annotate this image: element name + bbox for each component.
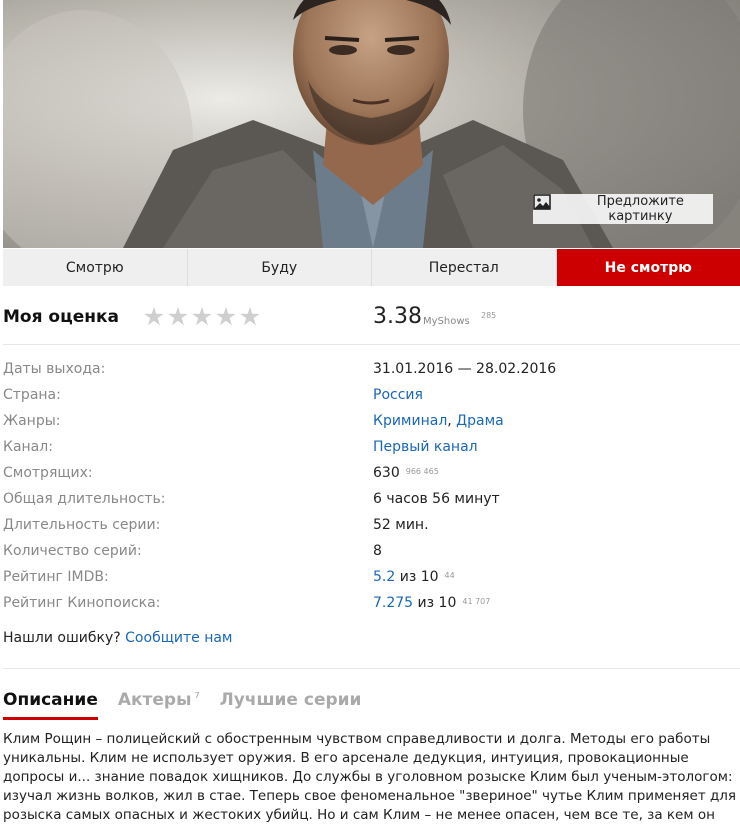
suggest-image-label: Предложите картинку bbox=[596, 194, 684, 224]
score-source: MyShows bbox=[423, 316, 470, 327]
imdb-scale: из 10 bbox=[395, 569, 439, 585]
suggest-image-button[interactable]: Предложите картинку bbox=[533, 194, 713, 224]
score-votes: 285 bbox=[481, 311, 497, 320]
star-icon[interactable]: ★ bbox=[238, 302, 262, 332]
rating-row: Моя оценка ★ ★ ★ ★ ★ 3.38 MyShows 285 bbox=[3, 296, 740, 342]
tab-best-episodes[interactable]: Лучшие серии bbox=[220, 690, 362, 720]
info-row-genres: Жанры: Криминал, Драма bbox=[3, 409, 740, 435]
watchers-label: Смотрящих: bbox=[3, 465, 93, 481]
country-link[interactable]: Россия bbox=[373, 387, 423, 403]
watchers-extra: 966 465 bbox=[405, 467, 439, 476]
star-icon[interactable]: ★ bbox=[190, 302, 214, 332]
report-error-text: Нашли ошибку? bbox=[3, 630, 126, 646]
info-row-channel: Канал: Первый канал bbox=[3, 435, 740, 461]
show-info-table: Даты выхода: 31.01.2016 — 28.02.2016 Стр… bbox=[3, 357, 740, 617]
watchers-count: 630 bbox=[373, 465, 400, 481]
kinopoisk-scale: из 10 bbox=[413, 595, 457, 611]
status-watching-button[interactable]: Смотрю bbox=[3, 249, 188, 286]
average-score: 3.38 bbox=[373, 304, 422, 329]
actors-count-badge: 7 bbox=[194, 691, 200, 701]
star-icon[interactable]: ★ bbox=[214, 302, 238, 332]
imdb-label: Рейтинг IMDB: bbox=[3, 569, 109, 585]
info-row-total-duration: Общая длительность: 6 часов 56 минут bbox=[3, 487, 740, 513]
info-row-watchers: Смотрящих: 630 966 465 bbox=[3, 461, 740, 487]
channel-link[interactable]: Первый канал bbox=[373, 439, 478, 455]
dates-label: Даты выхода: bbox=[3, 361, 106, 377]
info-row-country: Страна: Россия bbox=[3, 383, 740, 409]
watch-status-bar: Смотрю Буду Перестал Не смотрю bbox=[3, 249, 740, 286]
genre-link-drama[interactable]: Драма bbox=[456, 413, 504, 429]
watchers-value: 630 966 465 bbox=[373, 465, 439, 481]
imdb-value: 5.2 из 10 44 bbox=[373, 569, 455, 585]
divider bbox=[3, 668, 740, 669]
total-duration-label: Общая длительность: bbox=[3, 491, 166, 507]
my-rating-label: Моя оценка bbox=[3, 307, 119, 327]
genres-label: Жанры: bbox=[3, 413, 61, 429]
episode-count-value: 8 bbox=[373, 543, 382, 559]
dates-value: 31.01.2016 — 28.02.2016 bbox=[373, 361, 557, 377]
image-icon bbox=[533, 194, 560, 217]
total-duration-value: 6 часов 56 минут bbox=[373, 491, 500, 507]
tab-best-episodes-label: Лучшие серии bbox=[219, 690, 362, 710]
genre-separator: , bbox=[447, 413, 457, 429]
status-will-watch-button[interactable]: Буду bbox=[187, 249, 372, 286]
kinopoisk-label: Рейтинг Кинопоиска: bbox=[3, 595, 161, 611]
episode-duration-label: Длительность серии: bbox=[3, 517, 161, 533]
tab-actors[interactable]: Актеры 7 bbox=[118, 690, 200, 720]
tab-actors-label: Актеры bbox=[117, 690, 192, 710]
rating-stars: ★ ★ ★ ★ ★ bbox=[142, 302, 262, 332]
info-row-episode-duration: Длительность серии: 52 мин. bbox=[3, 513, 740, 539]
content-tabs: Описание Актеры 7 Лучшие серии bbox=[3, 690, 381, 720]
channel-label: Канал: bbox=[3, 439, 53, 455]
imdb-votes: 44 bbox=[444, 571, 455, 580]
status-stopped-button[interactable]: Перестал bbox=[372, 249, 557, 286]
star-icon[interactable]: ★ bbox=[166, 302, 190, 332]
info-row-episode-count: Количество серий: 8 bbox=[3, 539, 740, 565]
episode-count-label: Количество серий: bbox=[3, 543, 142, 559]
show-description: Клим Рощин – полицейский с обостренным ч… bbox=[3, 731, 737, 827]
kinopoisk-rating-link[interactable]: 7.275 bbox=[373, 595, 413, 611]
tab-description-label: Описание bbox=[3, 690, 98, 710]
divider bbox=[3, 344, 740, 345]
status-not-watching-button[interactable]: Не смотрю bbox=[556, 249, 740, 286]
report-error-link[interactable]: Сообщите нам bbox=[125, 630, 232, 646]
kinopoisk-votes: 41 707 bbox=[462, 597, 491, 606]
imdb-rating-link[interactable]: 5.2 bbox=[373, 569, 395, 585]
kinopoisk-value: 7.275 из 10 41 707 bbox=[373, 595, 490, 611]
tab-description[interactable]: Описание bbox=[3, 690, 98, 720]
report-error-line: Нашли ошибку? Сообщите нам bbox=[3, 630, 233, 646]
episode-duration-value: 52 мин. bbox=[373, 517, 429, 533]
info-row-kinopoisk: Рейтинг Кинопоиска: 7.275 из 10 41 707 bbox=[3, 591, 740, 617]
star-icon[interactable]: ★ bbox=[142, 302, 166, 332]
info-row-dates: Даты выхода: 31.01.2016 — 28.02.2016 bbox=[3, 357, 740, 383]
show-poster: Предложите картинку bbox=[3, 0, 740, 248]
country-label: Страна: bbox=[3, 387, 61, 403]
genre-link-crime[interactable]: Криминал bbox=[373, 413, 447, 429]
genres-value: Криминал, Драма bbox=[373, 413, 504, 429]
info-row-imdb: Рейтинг IMDB: 5.2 из 10 44 bbox=[3, 565, 740, 591]
